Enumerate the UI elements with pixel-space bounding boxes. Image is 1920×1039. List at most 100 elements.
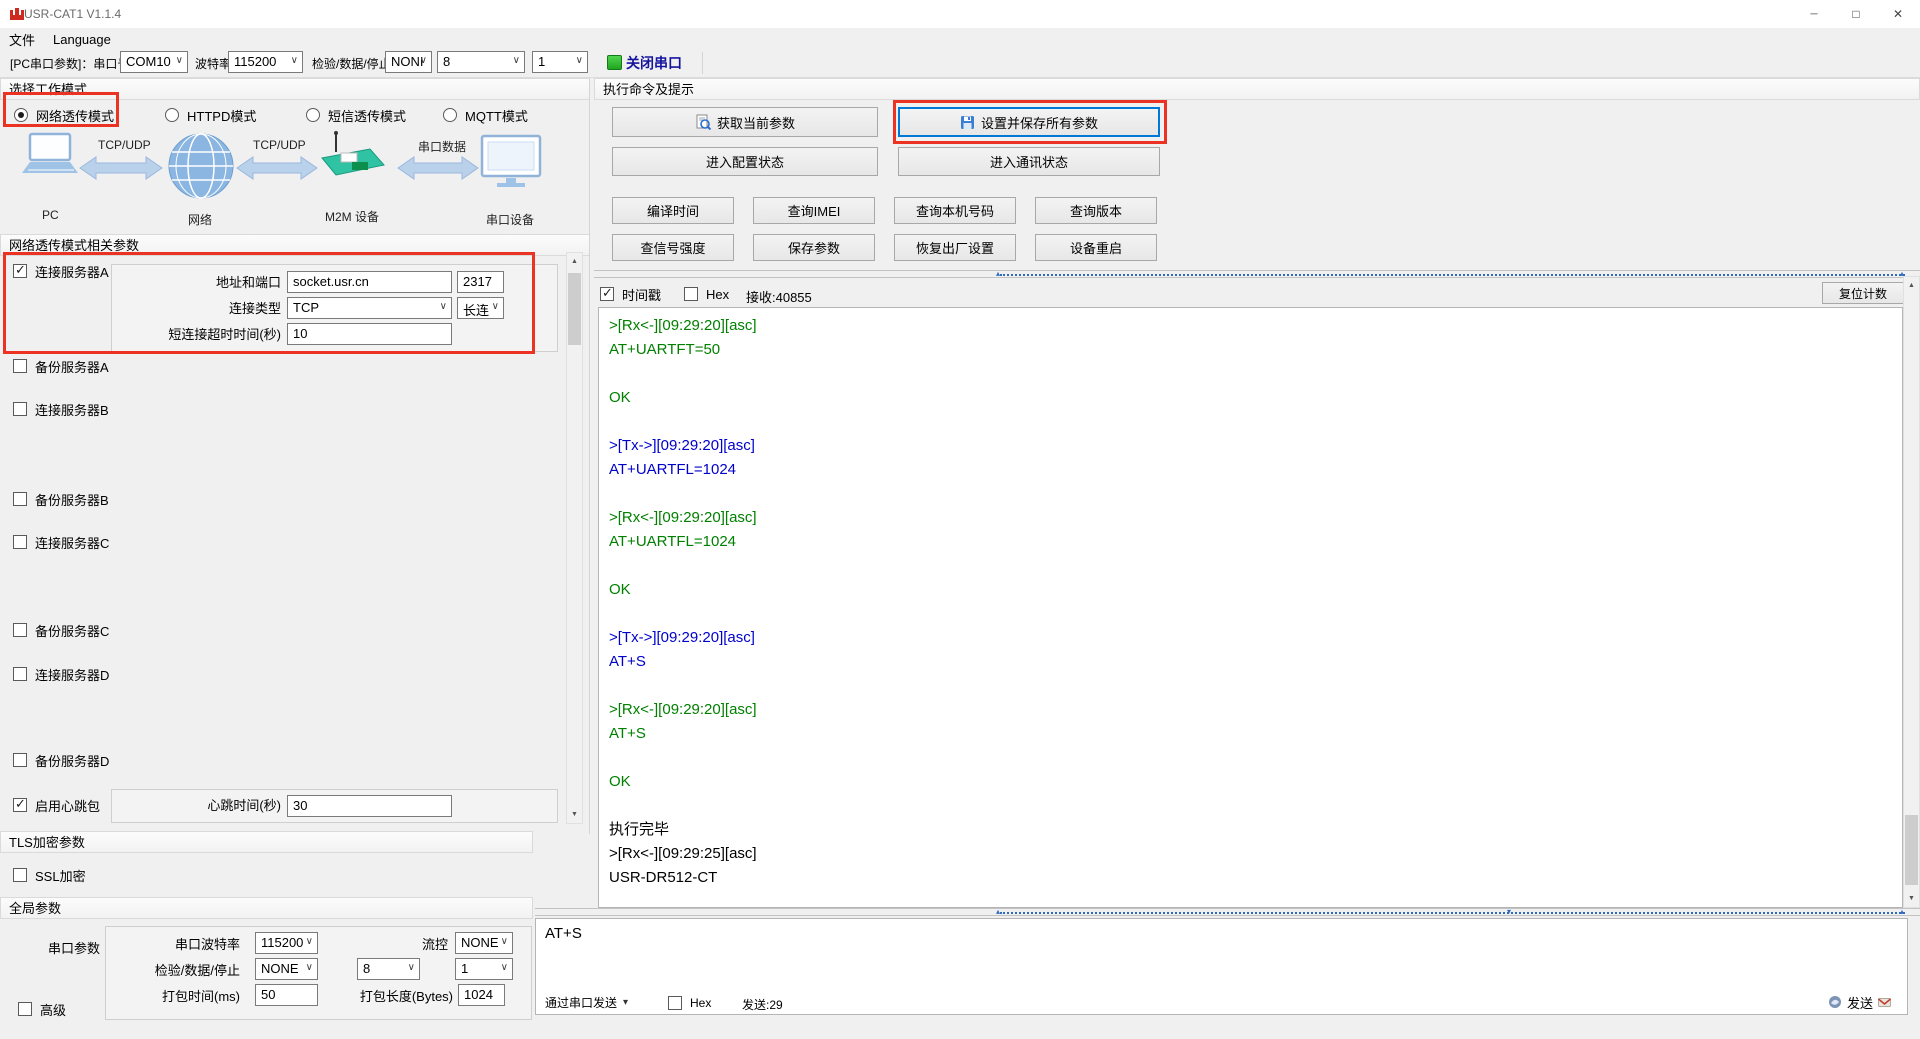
backup-server-b-row[interactable]: 备份服务器B [13,490,109,508]
ssl-row[interactable]: SSL加密 [13,866,86,884]
backup-server-c-row[interactable]: 备份服务器C [13,621,109,639]
menu-bar: 文件 Language [0,28,1920,50]
backup-server-a-checkbox[interactable] [13,359,27,373]
mode-httpd[interactable]: HTTPD模式 [165,106,256,124]
radio-icon[interactable] [14,108,28,122]
radio-icon[interactable] [443,108,457,122]
send-hex-checkbox[interactable] [668,996,682,1010]
set-save-all-params-button[interactable]: 设置并保存所有参数 [898,107,1160,137]
packlen-input[interactable]: 1024 [458,984,505,1006]
device-restart-button[interactable]: 设备重启 [1035,234,1157,261]
left-scrollbar-thumb[interactable] [568,273,581,345]
send-splitter[interactable]: ▴ ▾ ▴ [535,908,1920,916]
connect-server-b-row[interactable]: 连接服务器B [13,400,109,418]
send-via-serial-label: 通过串口发送 [545,994,617,1011]
global-stopbits-select[interactable]: 1 [455,958,513,980]
log-scrollbar-thumb[interactable] [1905,815,1918,885]
baud-select[interactable]: 115200 [228,51,303,73]
flow-select[interactable]: NONE [455,932,513,954]
link1-label: TCP/UDP [98,138,151,152]
reset-counter-button[interactable]: 复位计数 [1822,282,1904,304]
send-input[interactable]: AT+S [545,925,582,942]
query-version-button[interactable]: 查询版本 [1035,197,1157,224]
log-scrollbar[interactable]: ▲ ▼ [1903,276,1920,908]
send-button[interactable]: 发送 [1828,992,1891,1012]
connect-server-c-row[interactable]: 连接服务器C [13,533,109,551]
short-conn-timeout-input[interactable]: 10 [287,323,452,345]
backup-server-c-checkbox[interactable] [13,623,27,637]
factory-reset-button[interactable]: 恢复出厂设置 [894,234,1016,261]
log-line: >[Rx<-][09:29:20][asc] [609,314,1892,338]
mode-sms-transparent[interactable]: 短信透传模式 [306,106,406,124]
mode-mqtt[interactable]: MQTT模式 [443,106,528,124]
global-baud-select[interactable]: 115200 [255,932,318,954]
send-hex-row[interactable]: Hex [668,994,711,1012]
compile-time-button[interactable]: 编译时间 [612,197,734,224]
ssl-checkbox[interactable] [13,868,27,882]
baud-value: 115200 [234,54,276,69]
send-via-serial-dropdown[interactable]: 通过串口发送 [545,992,628,1012]
baud-label: 波特率 [195,53,231,75]
databits-value: 8 [443,54,450,69]
reset-counter-label: 复位计数 [1839,285,1887,302]
log-line: >[Rx<-][09:29:25][asc] [609,842,1892,866]
timestamp-row[interactable]: 时间戳 [600,285,661,303]
backup-server-d-checkbox[interactable] [13,753,27,767]
backup-server-d-label: 备份服务器D [35,751,109,770]
connect-server-d-row[interactable]: 连接服务器D [13,665,109,683]
enter-comm-state-button[interactable]: 进入通讯状态 [898,147,1160,176]
advanced-checkbox[interactable] [18,1002,32,1016]
query-local-number-button[interactable]: 查询本机号码 [894,197,1016,224]
maximize-button[interactable] [1835,0,1877,28]
server-a-address-input[interactable]: socket.usr.cn [287,271,452,293]
mode-net-transparent[interactable]: 网络透传模式 [14,106,114,124]
get-current-params-button[interactable]: 获取当前参数 [612,107,878,137]
close-button[interactable] [1877,0,1919,28]
menu-language[interactable]: Language [44,32,120,47]
backup-server-a-row[interactable]: 备份服务器A [13,357,109,375]
advanced-row[interactable]: 高级 [18,1000,66,1018]
save-params-button[interactable]: 保存参数 [753,234,875,261]
port-open-indicator-icon [607,55,622,70]
parity-select[interactable]: NONI [385,51,432,73]
query-signal-button[interactable]: 查信号强度 [612,234,734,261]
conn-type-select[interactable]: TCP [287,297,452,319]
log-output[interactable]: >[Rx<-][09:29:20][asc]AT+UARTFT=50OK>[Tx… [598,307,1903,908]
heartbeat-time-input[interactable]: 30 [287,795,452,817]
packlen-value: 1024 [464,987,493,1002]
heartbeat-enable-checkbox[interactable] [13,798,27,812]
mode-label: HTTPD模式 [187,106,256,125]
connect-server-d-checkbox[interactable] [13,667,27,681]
connect-server-c-checkbox[interactable] [13,535,27,549]
com-port-select[interactable]: COM10 [120,51,188,73]
timestamp-checkbox[interactable] [600,287,614,301]
log-top-splitter[interactable]: ▴ ▴ [594,270,1920,278]
minimize-button[interactable] [1793,0,1835,28]
radio-icon[interactable] [165,108,179,122]
heartbeat-enable-row[interactable]: 启用心跳包 [13,796,100,814]
packtime-input[interactable]: 50 [255,984,318,1006]
keepalive-select[interactable]: 长连 [457,297,504,319]
connect-server-a-checkbox[interactable] [13,264,27,278]
log-hex-row[interactable]: Hex [684,285,729,303]
stopbits-select[interactable]: 1 [532,51,588,73]
backup-server-d-row[interactable]: 备份服务器D [13,751,109,769]
close-port-button[interactable]: 关闭串口 [626,53,682,73]
databits-select[interactable]: 8 [437,51,525,73]
connect-server-b-checkbox[interactable] [13,402,27,416]
global-parity-select[interactable]: NONE [255,958,318,980]
radio-icon[interactable] [306,108,320,122]
menu-file[interactable]: 文件 [0,30,44,49]
connect-server-c-label: 连接服务器C [35,533,109,552]
connect-server-a-row[interactable]: 连接服务器A [13,262,109,280]
query-imei-button[interactable]: 查询IMEI [753,197,875,224]
log-hex-checkbox[interactable] [684,287,698,301]
heartbeat-time-label: 心跳时间(秒) [100,797,281,815]
short-conn-timeout-label: 短连接超时时间(秒) [100,326,281,344]
enter-config-state-button[interactable]: 进入配置状态 [612,147,878,176]
backup-server-b-checkbox[interactable] [13,492,27,506]
global-databits-select[interactable]: 8 [357,958,420,980]
left-panel-scrollbar[interactable]: ▲ ▼ [566,252,583,824]
link3-label: 串口数据 [418,138,466,155]
server-a-port-input[interactable]: 2317 [457,271,504,293]
